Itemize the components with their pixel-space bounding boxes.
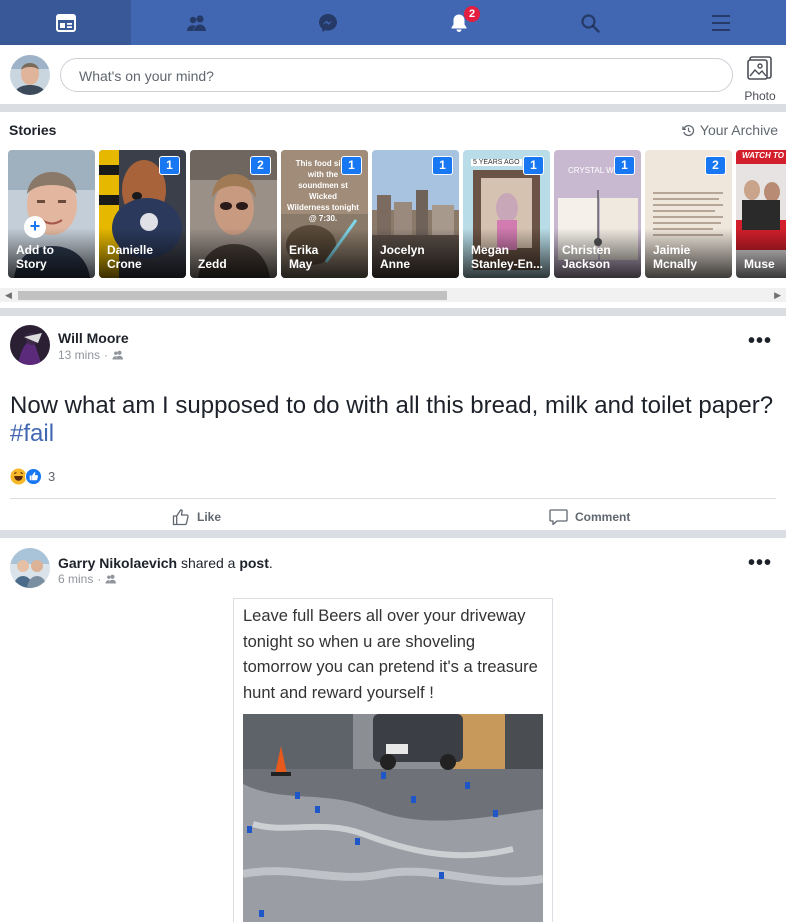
story-label: Muse [744, 257, 775, 271]
author-avatar[interactable] [10, 548, 50, 588]
actions-divider [10, 498, 776, 499]
user-avatar[interactable] [10, 55, 50, 95]
like-thumb-icon [172, 509, 189, 526]
story-overlay-text: WATCH TO [742, 151, 784, 160]
hashtag-link[interactable]: #fail [10, 420, 54, 447]
tab-news-feed[interactable] [0, 0, 131, 45]
photo-label: Photo [744, 89, 776, 103]
stories-tray: Stories Your Archive + Add to Story 1 Da… [0, 112, 786, 308]
friends-privacy-icon[interactable] [105, 574, 117, 584]
notification-badge: 2 [464, 6, 480, 22]
comment-label: Comment [575, 510, 631, 524]
shared-post-link[interactable]: post [239, 555, 269, 571]
story-count-badge: 1 [523, 156, 544, 175]
tab-friends[interactable] [131, 0, 262, 45]
post-composer: What's on your mind? Photo [0, 45, 786, 104]
add-story-plus-icon[interactable]: + [24, 216, 46, 238]
period-text: . [268, 555, 273, 571]
like-button[interactable]: Like [172, 508, 221, 526]
post-options-more-icon[interactable]: ••• [748, 330, 772, 353]
tab-menu[interactable] [655, 0, 786, 45]
your-archive-label: Your Archive [699, 122, 778, 138]
story-label: Add to Story [16, 243, 54, 271]
post-timestamp[interactable]: 6 mins [58, 572, 93, 586]
story-overlay-text: CRYSTAL WI [568, 166, 616, 175]
story-card-zedd[interactable]: 2 Zedd [190, 150, 277, 278]
friends-icon [186, 14, 206, 31]
story-count-badge: 1 [159, 156, 180, 175]
hamburger-menu-icon [711, 14, 730, 31]
shared-post-card[interactable]: Leave full Beers all over your driveway … [233, 598, 553, 922]
story-count-badge: 1 [614, 156, 635, 175]
search-icon [580, 13, 600, 33]
post-meta: 6 mins · [58, 572, 117, 586]
comment-button[interactable]: Comment [549, 508, 630, 526]
stories-scrollbar[interactable]: ◀ ▶ [0, 288, 786, 302]
feed-post-shared: Garry Nikolaevich shared a post. 6 mins … [0, 538, 786, 922]
meta-dot: · [97, 572, 102, 586]
history-icon [682, 124, 695, 136]
section-divider [0, 308, 786, 316]
news-feed-icon [55, 13, 76, 32]
post-text: Now what am I supposed to do with all th… [10, 392, 780, 448]
story-count-badge: 2 [705, 156, 726, 175]
shared-post-text: Leave full Beers all over your driveway … [243, 607, 538, 702]
story-label: Erika May [289, 243, 319, 271]
friends-privacy-icon[interactable] [112, 350, 124, 360]
post-author-line: Garry Nikolaevich shared a post. [58, 555, 273, 571]
post-author-name[interactable]: Will Moore [58, 330, 129, 346]
post-author-name[interactable]: Garry Nikolaevich [58, 555, 177, 571]
story-count-badge: 2 [250, 156, 271, 175]
your-archive-link[interactable]: Your Archive [682, 122, 778, 138]
story-card-megan-stanley[interactable]: 5 YEARS AGO 1 Megan Stanley-En... [463, 150, 550, 278]
story-overlay-text: 5 YEARS AGO [471, 159, 522, 166]
like-label: Like [197, 510, 222, 524]
tab-notifications[interactable]: 2 [393, 0, 524, 45]
reactions-summary[interactable]: 3 [10, 468, 55, 485]
story-card-christen-jackson[interactable]: CRYSTAL WI 1 Christen Jackson [554, 150, 641, 278]
shared-a-text: shared a [180, 555, 236, 571]
scroll-left-arrow-icon[interactable]: ◀ [5, 290, 12, 301]
post-timestamp[interactable]: 13 mins [58, 348, 100, 362]
comment-bubble-icon [549, 509, 568, 526]
story-card-jaimie-mcnally[interactable]: 2 Jaimie Mcnally [645, 150, 732, 278]
story-label: Jaimie Mcnally [653, 243, 698, 271]
post-body: Now what am I supposed to do with all th… [10, 392, 774, 419]
section-divider [0, 530, 786, 538]
post-options-more-icon[interactable]: ••• [748, 552, 772, 575]
author-avatar[interactable] [10, 325, 50, 365]
tab-messenger[interactable] [262, 0, 393, 45]
meta-dot: · [104, 348, 109, 362]
story-count-badge: 1 [341, 156, 362, 175]
story-label: Zedd [198, 257, 227, 271]
scroll-right-arrow-icon[interactable]: ▶ [774, 290, 781, 301]
story-card-danielle-crone[interactable]: 1 Danielle Crone [99, 150, 186, 278]
story-card-jocelyn-anne[interactable]: 1 Jocelyn Anne [372, 150, 459, 278]
story-card-muse[interactable]: WATCH TO Muse [736, 150, 786, 278]
feed-post: Will Moore 13 mins · ••• Now what am I s… [0, 316, 786, 530]
story-card-add-to-story[interactable]: + Add to Story [8, 150, 95, 278]
reaction-count: 3 [48, 469, 56, 484]
story-label: Christen Jackson [562, 243, 611, 271]
whats-on-your-mind-input[interactable]: What's on your mind? [60, 58, 733, 92]
photo-button[interactable]: Photo [738, 55, 782, 103]
top-navigation-bar: 2 [0, 0, 786, 45]
story-card-erika-may[interactable]: This food sing with the soundmen st Wick… [281, 150, 368, 278]
post-meta: 13 mins · [58, 348, 124, 362]
section-divider [0, 104, 786, 112]
story-label: Danielle Crone [107, 243, 154, 271]
story-label: Megan Stanley-En... [471, 243, 544, 271]
messenger-icon [318, 13, 337, 32]
driveway-photo[interactable] [243, 714, 543, 922]
story-label: Jocelyn Anne [380, 243, 425, 271]
story-count-badge: 1 [432, 156, 453, 175]
tab-search[interactable] [524, 0, 655, 45]
stories-heading: Stories [9, 122, 57, 138]
photo-icon [747, 56, 772, 80]
like-reaction-icon [25, 468, 42, 485]
scrollbar-thumb[interactable] [18, 291, 447, 300]
